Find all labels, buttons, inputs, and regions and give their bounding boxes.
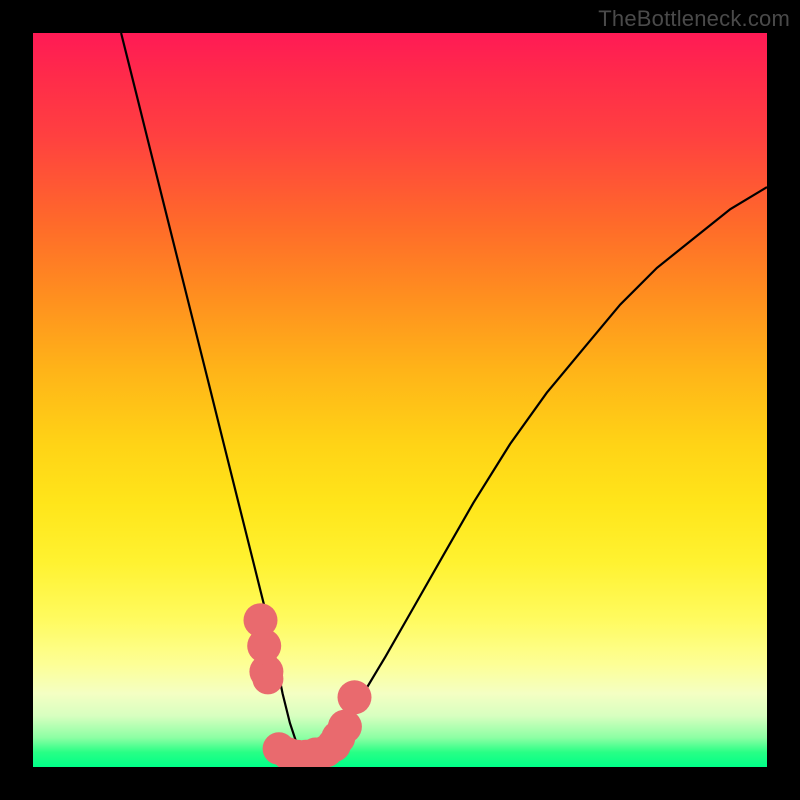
chart-frame: TheBottleneck.com	[0, 0, 800, 800]
watermark-text: TheBottleneck.com	[598, 6, 790, 32]
bottleneck-curve	[121, 33, 767, 760]
highlight-dot	[338, 680, 372, 714]
chart-svg	[33, 33, 767, 767]
highlight-dots	[244, 603, 372, 767]
highlight-dot	[252, 663, 283, 694]
highlight-dot	[328, 710, 362, 744]
plot-area	[33, 33, 767, 767]
